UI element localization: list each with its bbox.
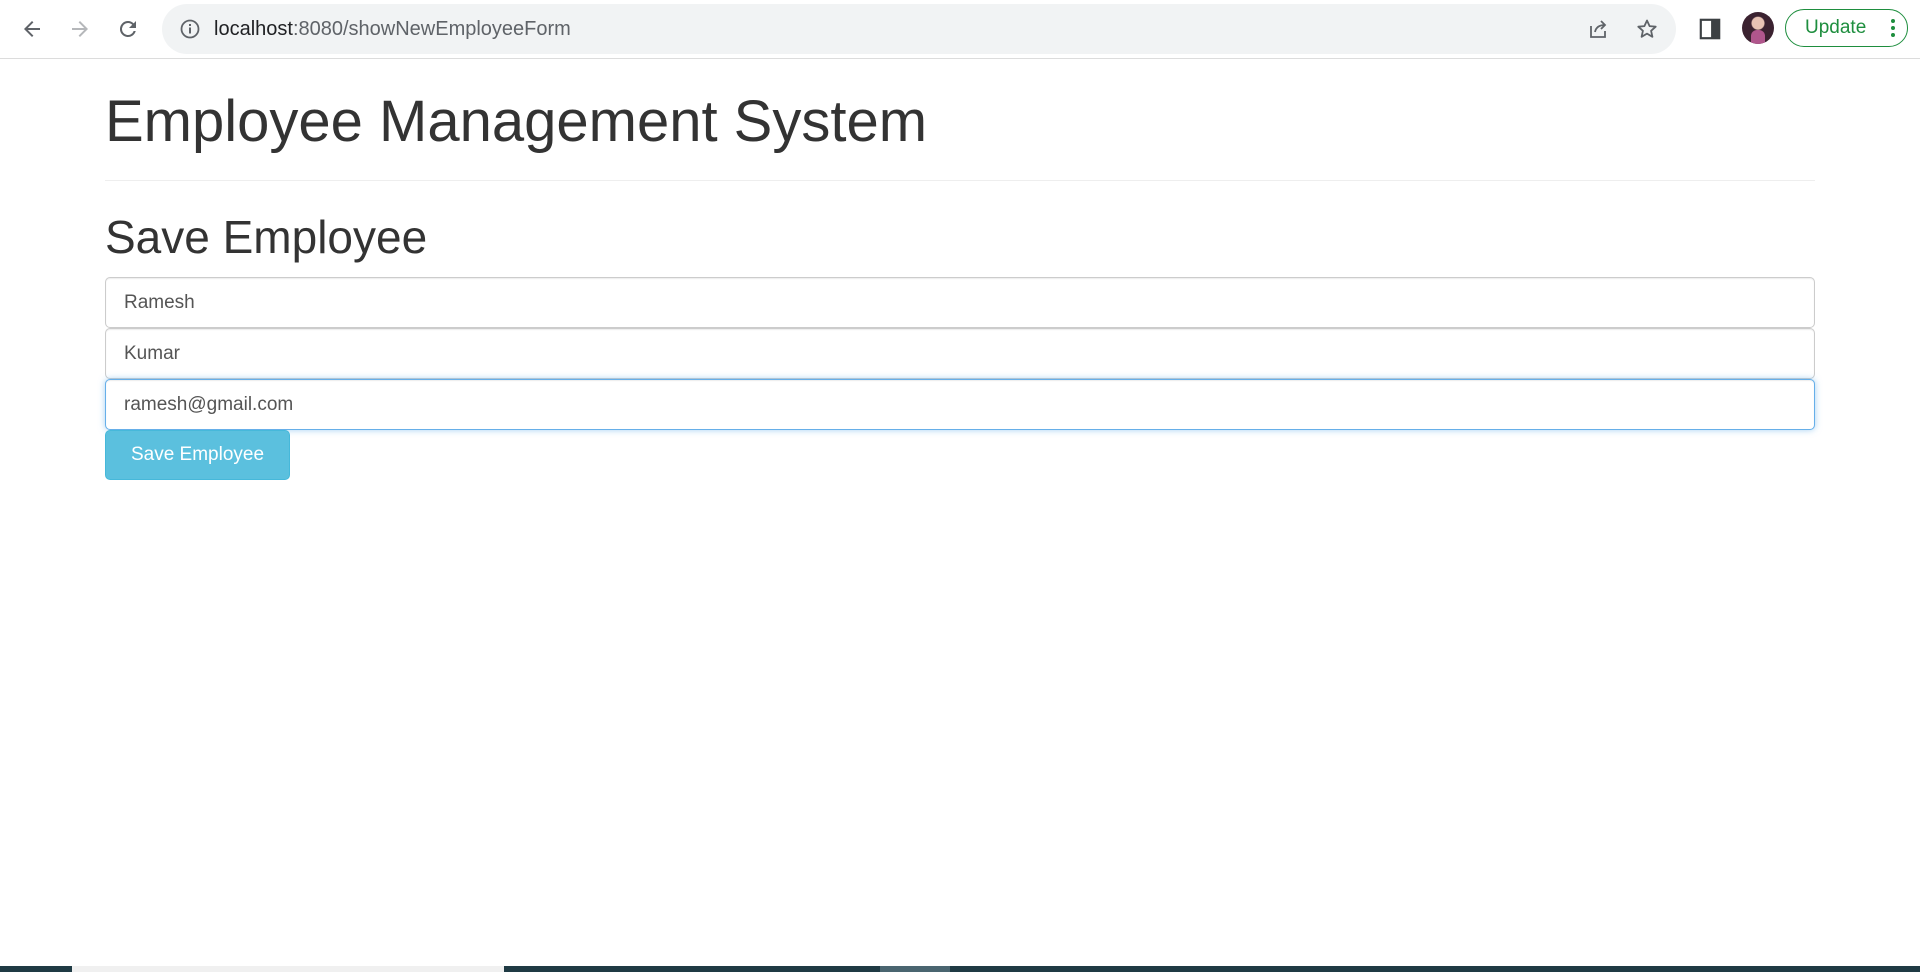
browser-toolbar: localhost:8080/showNewEmployeeForm Updat… (0, 0, 1920, 59)
reload-button[interactable] (110, 11, 146, 47)
forward-button[interactable] (62, 11, 98, 47)
back-arrow-icon (24, 21, 40, 37)
url-path: :8080/showNewEmployeeForm (292, 18, 571, 40)
avatar[interactable] (1742, 12, 1774, 44)
update-label: Update (1805, 17, 1867, 38)
back-button[interactable] (14, 11, 50, 47)
update-button[interactable]: Update (1785, 9, 1908, 47)
forward-arrow-icon (72, 21, 88, 37)
side-panel-icon[interactable] (1697, 16, 1723, 42)
taskbar-item[interactable] (880, 966, 950, 972)
reload-icon (119, 20, 136, 37)
last-name-field[interactable] (105, 328, 1815, 379)
first-name-field[interactable] (105, 277, 1815, 328)
url-host: localhost (214, 18, 293, 40)
url-text[interactable]: localhost:8080/showNewEmployeeForm (214, 4, 571, 54)
share-icon[interactable] (1586, 17, 1610, 41)
save-employee-button[interactable]: Save Employee (105, 430, 290, 480)
star-icon[interactable] (1635, 17, 1659, 41)
kebab-menu-icon[interactable] (1891, 19, 1895, 37)
taskbar-item[interactable] (72, 966, 504, 972)
form-title: Save Employee (105, 211, 428, 263)
email-field[interactable] (105, 379, 1815, 430)
site-info-icon[interactable] (178, 17, 202, 41)
page-title: Employee Management System (105, 89, 928, 154)
taskbar (0, 966, 1920, 972)
divider (105, 180, 1815, 181)
address-bar[interactable]: localhost:8080/showNewEmployeeForm (162, 4, 1676, 54)
